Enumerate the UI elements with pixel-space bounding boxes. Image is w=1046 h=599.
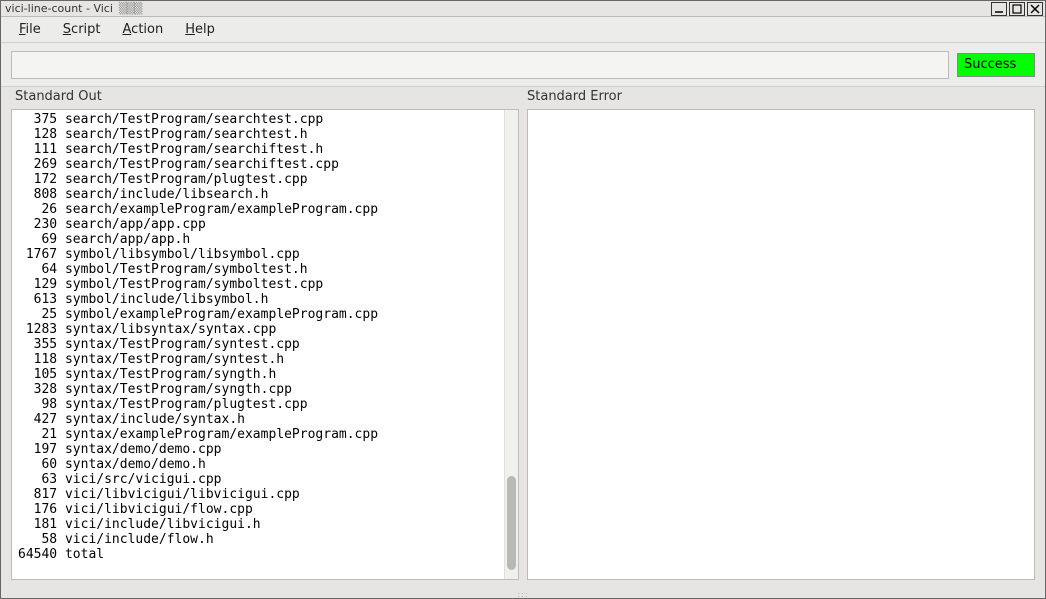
titlebar[interactable]: vici-line-count - Vici ▒▒▒	[1, 1, 1045, 17]
command-input[interactable]	[11, 51, 949, 79]
menu-action[interactable]: Action	[113, 18, 174, 41]
toolbar: Success	[1, 43, 1045, 87]
content-area: 375 search/TestProgram/searchtest.cpp 12…	[1, 109, 1045, 590]
stderr-pane-wrap	[527, 109, 1035, 580]
app-window: vici-line-count - Vici ▒▒▒ File Script A…	[0, 0, 1046, 599]
close-button[interactable]	[1027, 2, 1043, 16]
close-icon	[1030, 4, 1040, 14]
menubar: File Script Action Help	[1, 17, 1045, 43]
menu-file[interactable]: File	[9, 18, 51, 41]
stdout-scrollbar[interactable]	[504, 110, 518, 579]
maximize-icon	[1012, 4, 1022, 14]
menu-help[interactable]: Help	[175, 18, 225, 41]
titlebar-decor: ▒▒▒	[119, 2, 141, 15]
status-badge: Success	[957, 53, 1035, 77]
stdout-scroll-thumb[interactable]	[507, 476, 516, 570]
maximize-button[interactable]	[1009, 2, 1025, 16]
minimize-icon	[994, 4, 1004, 14]
stderr-pane[interactable]	[528, 110, 1034, 579]
stdout-label: Standard Out	[11, 89, 523, 109]
resize-grip[interactable]: :::	[1, 590, 1045, 598]
minimize-button[interactable]	[991, 2, 1007, 16]
window-title: vici-line-count - Vici	[3, 2, 113, 15]
pane-labels: Standard Out Standard Error	[1, 87, 1045, 109]
stdout-pane[interactable]: 375 search/TestProgram/searchtest.cpp 12…	[12, 110, 504, 579]
stdout-pane-wrap: 375 search/TestProgram/searchtest.cpp 12…	[11, 109, 519, 580]
window-buttons	[991, 2, 1043, 16]
menu-script[interactable]: Script	[53, 18, 111, 41]
stderr-label: Standard Error	[523, 89, 1035, 109]
